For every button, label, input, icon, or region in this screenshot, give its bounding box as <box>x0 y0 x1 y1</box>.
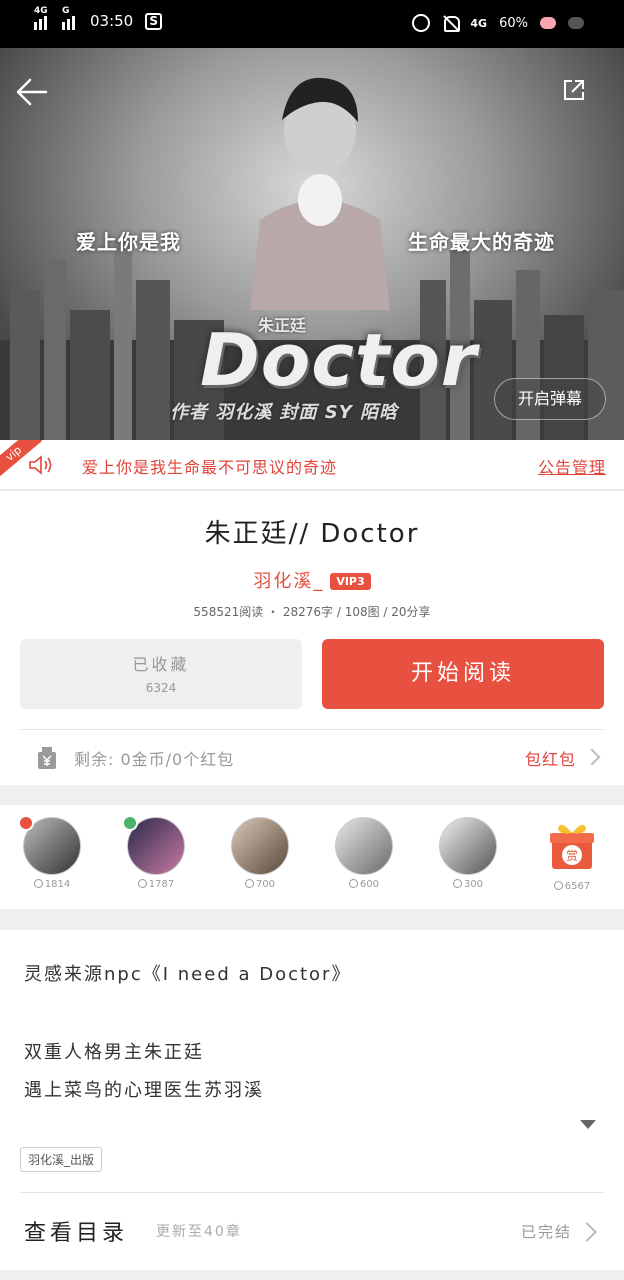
network-label: 4G <box>470 16 488 30</box>
danmaku-toggle-button[interactable]: 开启弹幕 <box>494 378 606 420</box>
coin-icon <box>244 879 254 888</box>
cover-title: Doctor <box>200 318 478 402</box>
status-left: 4G G 03:50 S <box>34 6 163 30</box>
battery-label: 60% <box>499 15 528 31</box>
cover-quote-right: 生命最大的奇迹 <box>408 230 555 254</box>
catalog-status: 已完结 <box>520 1223 572 1241</box>
notice-text: 爱上你是我生命最不可思议的奇迹 <box>82 458 338 477</box>
chevron-right-icon <box>577 1222 597 1242</box>
cover-quote-left: 爱上你是我 <box>76 230 181 254</box>
author-name[interactable]: 羽化溪_ <box>253 571 324 592</box>
share-icon[interactable] <box>562 78 586 102</box>
alarm-icon <box>412 14 431 32</box>
rank-crown-icon <box>122 815 138 831</box>
collect-count: 6324 <box>145 681 177 695</box>
start-reading-button[interactable]: 开始阅读 <box>322 639 604 709</box>
supporter-item[interactable]: 700 <box>230 817 290 890</box>
supporter-amount: 1787 <box>148 879 175 890</box>
speaker-icon <box>29 455 52 475</box>
supporters-row: 1814 1787 700 600 300 赏 6567 <box>0 805 624 909</box>
signal-label: 4G <box>34 6 48 16</box>
coin-icon <box>33 879 43 888</box>
mute-bell-icon <box>442 14 461 32</box>
vip-level-badge: VIP3 <box>330 573 371 590</box>
rank-crown-icon <box>18 815 34 831</box>
notification-dot-icon <box>568 17 584 29</box>
supporter-item[interactable]: 600 <box>334 817 394 890</box>
supporter-item[interactable]: 1814 <box>18 815 82 890</box>
cover-credit: 作者 羽化溪 封面 SY 陌晗 <box>170 402 399 423</box>
reward-amount: 6567 <box>564 881 591 892</box>
signal-label: G <box>62 6 70 16</box>
coin-icon <box>553 881 563 890</box>
avatar <box>335 817 393 875</box>
coins-row[interactable]: 剩余: 0金币/0个红包 包红包 <box>20 729 604 783</box>
status-bar: 4G G 03:50 S 4G 60% <box>0 0 624 48</box>
coin-icon <box>452 879 462 888</box>
coin-icon <box>348 879 358 888</box>
expand-arrow-icon[interactable] <box>580 1120 596 1129</box>
collect-label: 已收藏 <box>132 655 190 674</box>
avatar <box>231 817 289 875</box>
author-row: 羽化溪_ VIP3 <box>0 567 624 593</box>
status-right: 4G 60% <box>412 14 584 32</box>
supporter-item[interactable]: 300 <box>438 817 498 890</box>
description-line: 双重人格男主朱正廷 <box>24 1042 204 1063</box>
chevron-right-icon <box>583 748 601 766</box>
supporter-item[interactable]: 1787 <box>122 815 186 890</box>
coin-icon <box>137 879 147 888</box>
supporter-amount: 300 <box>463 879 484 890</box>
reward-gift-item[interactable]: 赏 6567 <box>542 817 602 892</box>
description-line: 遇上菜鸟的心理医生苏羽溪 <box>24 1080 264 1101</box>
publish-tag[interactable]: 羽化溪_出版 <box>20 1147 103 1172</box>
signal-icon: 4G <box>34 6 52 30</box>
pig-icon <box>540 17 556 29</box>
gift-icon: 赏 <box>550 824 594 869</box>
supporter-amount: 1814 <box>44 879 71 890</box>
book-title: 朱正廷// Doctor <box>204 519 420 549</box>
book-stats: 558521阅读 ・ 28276字 / 108图 / 20分享 <box>193 605 431 619</box>
back-arrow-icon[interactable] <box>14 74 50 110</box>
supporter-amount: 600 <box>359 879 380 890</box>
app-notification-icon: S <box>145 12 163 30</box>
avatar <box>439 817 497 875</box>
notice-manage-link[interactable]: 公告管理 <box>538 454 606 478</box>
clock: 03:50 <box>90 12 134 30</box>
cover-banner: 爱上你是我 生命最大的奇迹 朱正廷 Doctor 作者 羽化溪 封面 SY 陌晗… <box>0 48 624 440</box>
catalog-title: 查看目录 <box>24 1221 129 1246</box>
hongbao-link[interactable]: 包红包 <box>525 746 576 770</box>
gift-label: 赏 <box>566 849 578 863</box>
book-info-card: 朱正廷// Doctor 羽化溪_ VIP3 558521阅读 ・ 28276字 … <box>0 491 624 785</box>
signal-icon: G <box>62 6 80 30</box>
catalog-update: 更新至40章 <box>156 1224 242 1240</box>
description-line: 灵感来源npc《I need a Doctor》 <box>24 964 352 985</box>
description-section: 灵感来源npc《I need a Doctor》 双重人格男主朱正廷 遇上菜鸟的… <box>0 930 624 1270</box>
yen-bag-icon <box>38 747 56 769</box>
catalog-row[interactable]: 查看目录 更新至40章 已完结 <box>20 1192 604 1270</box>
collect-button[interactable]: 已收藏 6324 <box>20 639 302 709</box>
coins-remaining: 剩余: 0金币/0个红包 <box>74 750 235 769</box>
supporter-amount: 700 <box>255 879 276 890</box>
cover-figure-image <box>250 77 390 310</box>
notice-bar: vip 爱上你是我生命最不可思议的奇迹 公告管理 <box>0 440 624 490</box>
